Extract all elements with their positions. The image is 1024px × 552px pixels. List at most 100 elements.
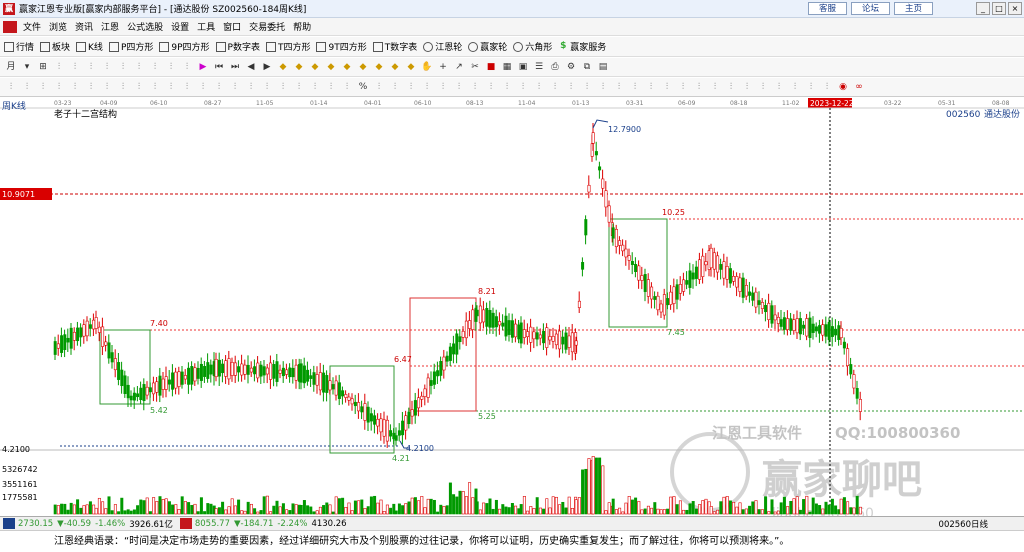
kline-tool-icon[interactable]: ⫶ bbox=[212, 81, 226, 94]
hand-icon[interactable]: ✋ bbox=[420, 61, 434, 74]
color-icon[interactable]: ■ bbox=[484, 61, 498, 74]
kline-tool-icon[interactable]: ⫶ bbox=[532, 81, 546, 94]
tool-9t-square[interactable]: 9T四方形 bbox=[316, 40, 367, 53]
kline-tool-icon[interactable]: ⫶ bbox=[100, 81, 114, 94]
kline-tool-icon[interactable]: ⫶ bbox=[324, 81, 338, 94]
kline-tool-icon[interactable]: ⫶ bbox=[260, 81, 274, 94]
kline-tool-icon[interactable]: ⫶ bbox=[276, 81, 290, 94]
menu-formula[interactable]: 公式选股 bbox=[123, 20, 167, 33]
tool-icon[interactable]: ⫶ bbox=[148, 61, 162, 74]
menu-info[interactable]: 资讯 bbox=[71, 20, 97, 33]
kline-tool-icon[interactable]: ⫶ bbox=[772, 81, 786, 94]
kline-tool-icon[interactable]: ⫶ bbox=[148, 81, 162, 94]
flag-icon[interactable]: ▶ bbox=[196, 61, 210, 74]
home-link[interactable]: 主页 bbox=[894, 2, 934, 15]
percent-button[interactable]: % bbox=[356, 81, 370, 94]
tool-9p-square[interactable]: 9P四方形 bbox=[159, 40, 210, 53]
arrow-icon[interactable]: ↗ bbox=[452, 61, 466, 74]
tool-winner-service[interactable]: $ 赢家服务 bbox=[558, 40, 606, 53]
kline-tool-icon[interactable]: ⫶ bbox=[180, 81, 194, 94]
diamond-icon[interactable]: ◆ bbox=[324, 61, 338, 74]
infinity-icon[interactable]: ∞ bbox=[852, 81, 866, 94]
kline-tool-icon[interactable]: ⫶ bbox=[756, 81, 770, 94]
diamond-icon[interactable]: ◆ bbox=[308, 61, 322, 74]
kline-tool-icon[interactable]: ⫶ bbox=[692, 81, 706, 94]
kline-tool-icon[interactable]: ⫶ bbox=[644, 81, 658, 94]
tool-icon[interactable]: ⫶ bbox=[164, 61, 178, 74]
tool-p-square[interactable]: P四方形 bbox=[108, 40, 153, 53]
diamond-icon[interactable]: ◆ bbox=[388, 61, 402, 74]
kline-tool-icon[interactable]: ⫶ bbox=[4, 81, 18, 94]
tool-hexagon[interactable]: 六角形 bbox=[513, 40, 552, 53]
kline-tool-icon[interactable]: ⫶ bbox=[516, 81, 530, 94]
menu-tools[interactable]: 工具 bbox=[193, 20, 219, 33]
tool-icon[interactable]: ⫶ bbox=[132, 61, 146, 74]
chart-circle-icon[interactable]: ◉ bbox=[836, 81, 850, 94]
diamond-icon[interactable]: ◆ bbox=[372, 61, 386, 74]
kline-tool-icon[interactable]: ⫶ bbox=[372, 81, 386, 94]
kline-tool-icon[interactable]: ⫶ bbox=[404, 81, 418, 94]
kline-tool-icon[interactable]: ⫶ bbox=[820, 81, 834, 94]
crosshair-icon[interactable]: + bbox=[436, 61, 450, 74]
kline-tool-icon[interactable]: ⫶ bbox=[388, 81, 402, 94]
menu-browse[interactable]: 浏览 bbox=[45, 20, 71, 33]
kline-tool-icon[interactable]: ⫶ bbox=[500, 81, 514, 94]
kline-tool-icon[interactable]: ⫶ bbox=[420, 81, 434, 94]
kline-tool-icon[interactable]: ⫶ bbox=[628, 81, 642, 94]
menu-file[interactable]: 文件 bbox=[19, 20, 45, 33]
forum-link[interactable]: 论坛 bbox=[851, 2, 891, 15]
kline-tool-icon[interactable]: ⫶ bbox=[484, 81, 498, 94]
tool-p-table[interactable]: P数字表 bbox=[215, 40, 260, 53]
minimize-button[interactable]: _ bbox=[976, 2, 990, 15]
kline-tool-icon[interactable]: ⫶ bbox=[612, 81, 626, 94]
kline-tool-icon[interactable]: ⫶ bbox=[564, 81, 578, 94]
tool-icon[interactable]: ⫶ bbox=[116, 61, 130, 74]
last-icon[interactable]: ⏭ bbox=[228, 61, 242, 74]
diamond-icon[interactable]: ◆ bbox=[404, 61, 418, 74]
calendar-icon[interactable]: ▦ bbox=[500, 61, 514, 74]
tool-icon[interactable]: ⊞ bbox=[36, 61, 50, 74]
print-icon[interactable]: ⎙ bbox=[548, 61, 562, 74]
kline-tool-icon[interactable]: ⫶ bbox=[724, 81, 738, 94]
kline-tool-icon[interactable]: ⫶ bbox=[20, 81, 34, 94]
diamond-icon[interactable]: ◆ bbox=[292, 61, 306, 74]
kline-tool-icon[interactable]: ⫶ bbox=[436, 81, 450, 94]
maximize-button[interactable]: □ bbox=[992, 2, 1006, 15]
menu-trade[interactable]: 交易委托 bbox=[245, 20, 289, 33]
tool-icon[interactable]: ⫶ bbox=[52, 61, 66, 74]
period-select[interactable]: 月 bbox=[4, 61, 18, 74]
left-icon[interactable]: ◀ bbox=[244, 61, 258, 74]
diamond-icon[interactable]: ◆ bbox=[340, 61, 354, 74]
kline-tool-icon[interactable]: ⫶ bbox=[468, 81, 482, 94]
menu-window[interactable]: 窗口 bbox=[219, 20, 245, 33]
kline-tool-icon[interactable]: ⫶ bbox=[196, 81, 210, 94]
menu-settings[interactable]: 设置 bbox=[167, 20, 193, 33]
kline-tool-icon[interactable]: ⫶ bbox=[52, 81, 66, 94]
kline-tool-icon[interactable]: ⫶ bbox=[164, 81, 178, 94]
tool-kline[interactable]: K线 bbox=[76, 40, 103, 53]
export-icon[interactable]: ▤ bbox=[596, 61, 610, 74]
tool-icon[interactable]: ⫶ bbox=[68, 61, 82, 74]
kline-tool-icon[interactable]: ⫶ bbox=[132, 81, 146, 94]
tool-icon[interactable]: ⫶ bbox=[180, 61, 194, 74]
kline-tool-icon[interactable]: ⫶ bbox=[676, 81, 690, 94]
kline-tool-icon[interactable]: ⫶ bbox=[548, 81, 562, 94]
kline-tool-icon[interactable]: ⫶ bbox=[36, 81, 50, 94]
tool-icon[interactable]: ⫶ bbox=[84, 61, 98, 74]
kline-tool-icon[interactable]: ⫶ bbox=[340, 81, 354, 94]
kline-tool-icon[interactable]: ⫶ bbox=[228, 81, 242, 94]
service-link[interactable]: 客服 bbox=[808, 2, 848, 15]
first-icon[interactable]: ⏮ bbox=[212, 61, 226, 74]
right-icon[interactable]: ▶ bbox=[260, 61, 274, 74]
tool-gann-wheel[interactable]: 江恩轮 bbox=[423, 40, 462, 53]
kline-tool-icon[interactable]: ⫶ bbox=[740, 81, 754, 94]
kline-tool-icon[interactable]: ⫶ bbox=[116, 81, 130, 94]
list-icon[interactable]: ☰ bbox=[532, 61, 546, 74]
kline-tool-icon[interactable]: ⫶ bbox=[708, 81, 722, 94]
tool-quotes[interactable]: 行情 bbox=[4, 40, 34, 53]
kline-tool-icon[interactable]: ⫶ bbox=[292, 81, 306, 94]
network-icon[interactable]: ⧉ bbox=[580, 61, 594, 74]
kline-tool-icon[interactable]: ⫶ bbox=[804, 81, 818, 94]
tool-icon[interactable]: ⫶ bbox=[100, 61, 114, 74]
kline-tool-icon[interactable]: ⫶ bbox=[580, 81, 594, 94]
